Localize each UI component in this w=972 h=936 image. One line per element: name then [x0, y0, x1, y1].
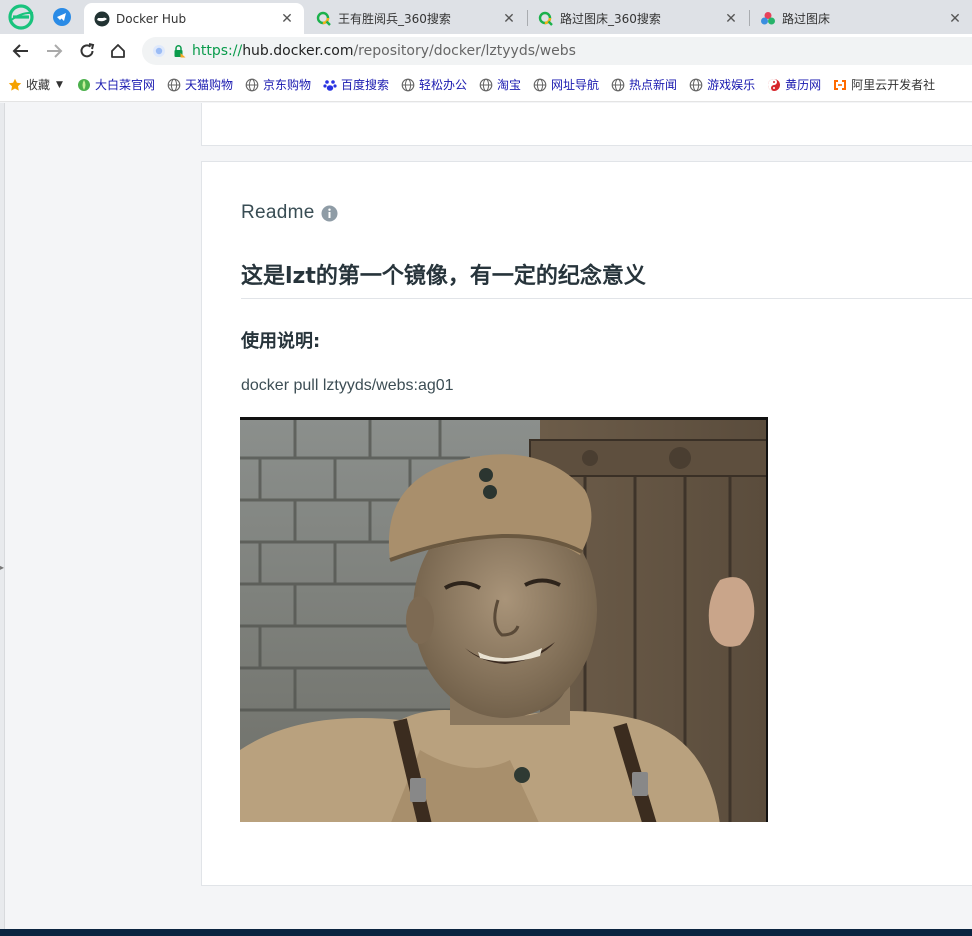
readme-header: Readme: [241, 202, 338, 224]
360-search-icon: [538, 11, 553, 26]
readme-heading: Readme: [241, 202, 315, 223]
url-scheme: https://: [192, 43, 243, 59]
navigation-bar: https://hub.docker.com/repository/docker…: [0, 34, 972, 68]
bookmark-label: 游戏娱乐: [707, 78, 756, 92]
bookmark-label: 淘宝: [497, 78, 522, 92]
arrow-left-icon: [12, 44, 28, 58]
reload-icon: [80, 43, 95, 58]
pinned-tab-telegram-icon[interactable]: [52, 7, 72, 27]
bookmark-label: 百度搜索: [340, 78, 389, 92]
info-icon[interactable]: [321, 205, 338, 222]
bookmark-label: 热点新闻: [629, 78, 678, 92]
bookmark-item[interactable]: 轻松办公: [401, 76, 467, 93]
home-icon: [111, 44, 125, 58]
url-host: hub.docker.com: [242, 43, 354, 59]
globe-icon: [401, 78, 415, 91]
tab-label: 路过图床: [782, 12, 831, 26]
tab-label: 王有胜阅兵_360搜索: [338, 12, 451, 26]
bookmark-label: 大白菜官网: [94, 78, 155, 92]
url-path: /repository/docker/lztyyds/webs: [353, 43, 576, 59]
bookmark-item[interactable]: 百度搜索: [323, 76, 389, 93]
star-icon: [8, 78, 22, 91]
bookmarks-bar: 收藏 ▼ 大白菜官网 天猫购物 京东购物 百度搜索 轻松办公 淘宝 网址导航 热…: [0, 68, 972, 102]
bookmark-label: 天猫购物: [184, 78, 233, 92]
bookmark-item[interactable]: 天猫购物: [167, 76, 233, 93]
tab-image-host[interactable]: 路过图床 ✕: [750, 3, 972, 34]
bookmark-item[interactable]: 大白菜官网: [77, 76, 155, 93]
bookmark-item[interactable]: 淘宝: [479, 76, 521, 93]
readme-image: [240, 417, 768, 822]
bookmarks-favorites[interactable]: 收藏: [8, 76, 50, 93]
globe-icon: [611, 78, 625, 91]
bookmark-item[interactable]: 游戏娱乐: [689, 76, 755, 93]
docker-whale-icon: [94, 11, 110, 26]
tab-360-search-1[interactable]: 王有胜阅兵_360搜索 ✕: [306, 3, 526, 34]
browser-logo-icon[interactable]: [8, 4, 34, 30]
caret-down-icon[interactable]: ▼: [56, 80, 63, 90]
yinyang-icon: [768, 78, 781, 91]
bookmark-label: 黄历网: [785, 78, 822, 92]
tab-close-icon[interactable]: ✕: [502, 12, 516, 26]
back-button[interactable]: [10, 41, 32, 61]
bookmark-label: 轻松办公: [419, 78, 468, 92]
bookmark-item[interactable]: 网址导航: [533, 76, 599, 93]
expand-handle-icon[interactable]: ▸: [0, 563, 4, 572]
readme-title: 这是lzt的第一个镜像，有一定的纪念意义: [241, 258, 972, 299]
baidu-paw-icon: [323, 79, 337, 91]
globe-icon: [167, 78, 181, 91]
site-info-icon[interactable]: [152, 44, 166, 58]
tab-close-icon[interactable]: ✕: [948, 12, 962, 26]
tab-label: Docker Hub: [116, 11, 187, 26]
page-footer-bar: [0, 929, 972, 936]
secure-lock-icon[interactable]: [172, 44, 186, 58]
url-text[interactable]: https://hub.docker.com/repository/docker…: [192, 43, 576, 59]
tab-label: 路过图床_360搜索: [560, 12, 661, 26]
flower-logo-icon: [761, 11, 775, 24]
arrow-right-icon: [47, 44, 63, 58]
repository-info-card: [201, 103, 972, 146]
tab-360-search-2[interactable]: 路过图床_360搜索 ✕: [528, 3, 748, 34]
bookmark-item[interactable]: 京东购物: [245, 76, 311, 93]
bookmark-label: 阿里云开发者社: [851, 78, 936, 92]
readme-card: Readme 这是lzt的第一个镜像，有一定的纪念意义 使用说明: docker…: [201, 161, 972, 886]
tab-close-icon[interactable]: ✕: [280, 12, 294, 26]
bookmark-item[interactable]: 热点新闻: [611, 76, 677, 93]
globe-icon: [479, 78, 493, 91]
bookmark-label: 京东购物: [262, 78, 311, 92]
tab-strip: Docker Hub ✕ 王有胜阅兵_360搜索 ✕ 路过图床_360搜索 ✕ …: [0, 0, 972, 34]
page-viewport: ▸ Readme 这是lzt的第一个镜像，有一定的纪念意义 使用说明: dock…: [0, 103, 972, 936]
bookmark-label: 网址导航: [551, 78, 600, 92]
bookmark-item[interactable]: 阿里云开发者社: [833, 76, 935, 93]
readme-subtitle: 使用说明:: [241, 331, 321, 352]
forward-button[interactable]: [43, 41, 65, 61]
globe-icon: [533, 78, 547, 91]
tab-docker-hub[interactable]: Docker Hub ✕: [84, 3, 304, 34]
soldier-photo: [240, 420, 766, 822]
home-button[interactable]: [107, 41, 129, 61]
sidebar-collapse-rail[interactable]: ▸: [0, 103, 5, 936]
bookmark-item[interactable]: 黄历网: [767, 76, 821, 93]
tab-close-icon[interactable]: ✕: [724, 12, 738, 26]
reload-button[interactable]: [76, 41, 98, 61]
bookmark-label: 收藏: [26, 78, 51, 92]
aliyun-icon: [834, 79, 847, 90]
cabbage-icon: [77, 78, 90, 91]
360-search-icon: [316, 11, 331, 26]
globe-icon: [689, 78, 703, 91]
address-bar[interactable]: https://hub.docker.com/repository/docker…: [142, 37, 972, 65]
docker-pull-command: docker pull lztyyds/webs:ag01: [241, 377, 454, 394]
globe-icon: [245, 78, 259, 91]
